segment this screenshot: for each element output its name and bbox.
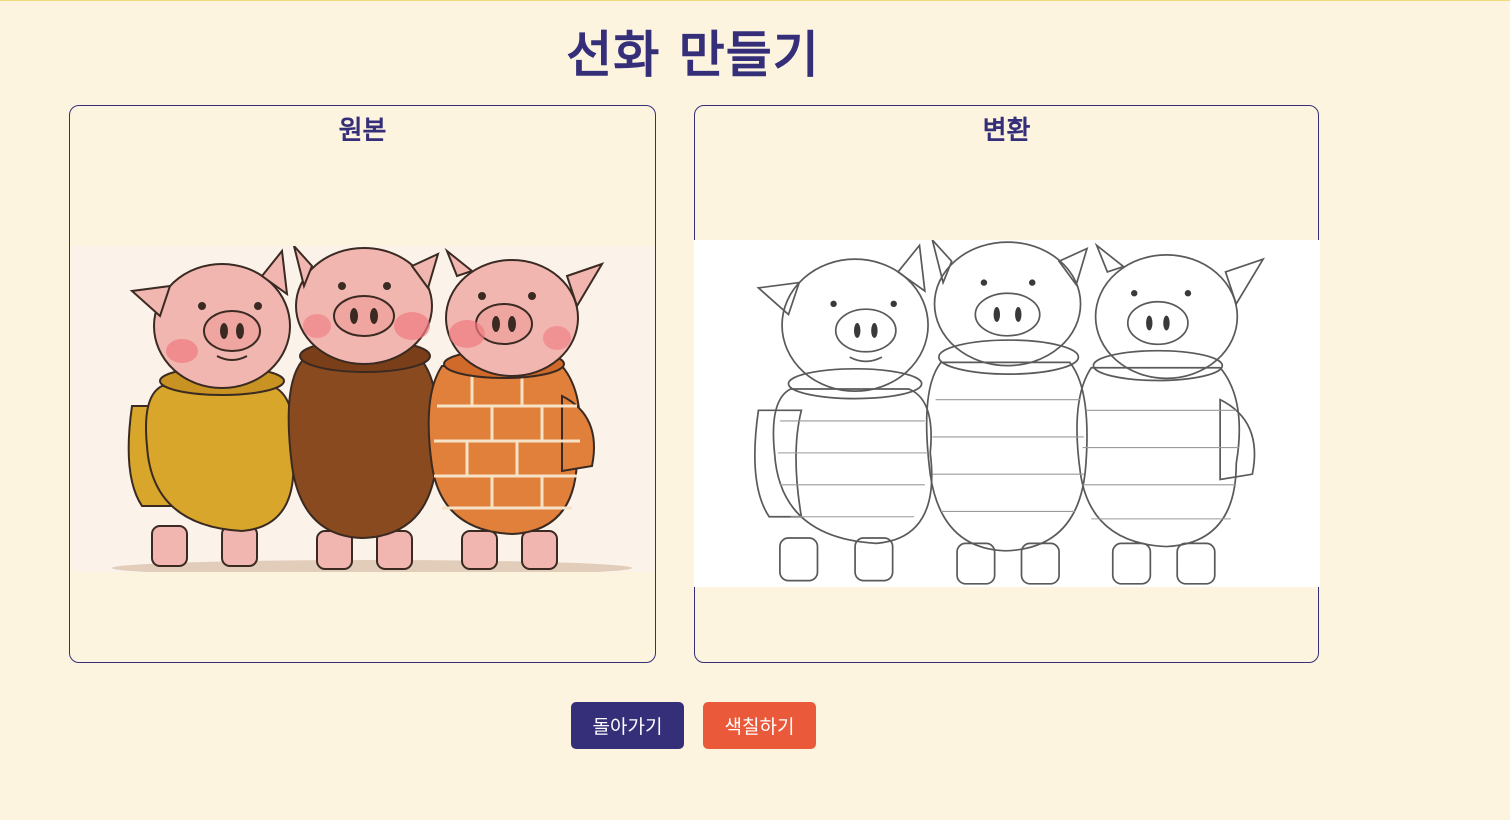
colorize-button[interactable]: 색칠하기 xyxy=(703,702,816,749)
pigs-line-drawing xyxy=(694,240,1320,587)
page-title: 선화 만들기 xyxy=(566,26,820,84)
converted-panel-title: 변환 xyxy=(982,116,1031,146)
converted-panel: 변환 xyxy=(694,105,1320,663)
original-image xyxy=(72,246,655,572)
back-button[interactable]: 돌아가기 xyxy=(571,702,684,749)
converted-image xyxy=(694,240,1320,587)
original-panel: 원본 xyxy=(69,105,656,663)
pigs-color-illustration xyxy=(72,246,655,572)
original-panel-title: 원본 xyxy=(338,116,387,146)
